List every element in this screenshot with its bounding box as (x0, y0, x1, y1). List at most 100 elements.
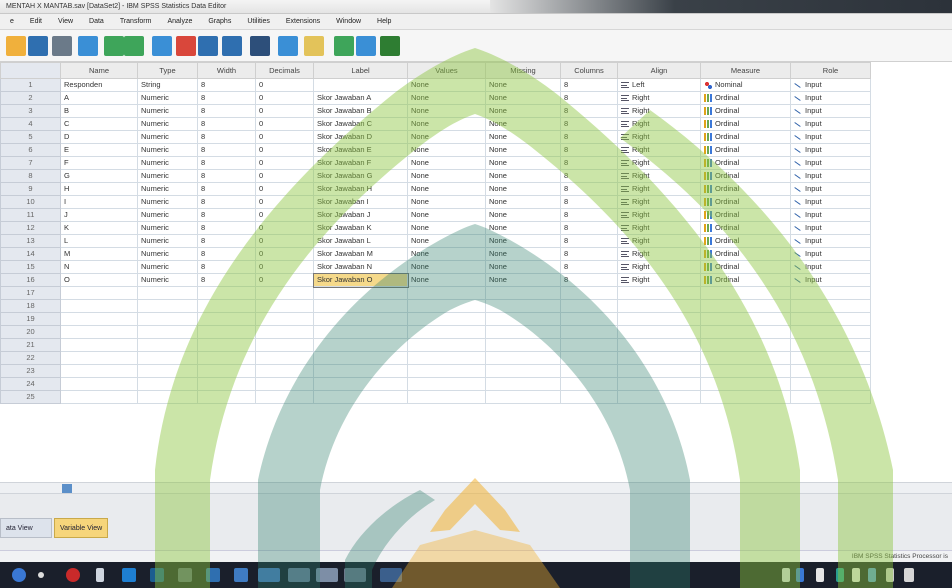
opera-icon[interactable] (66, 568, 80, 582)
row-number[interactable]: 18 (0, 299, 61, 313)
cell-columns[interactable]: 8 (560, 208, 618, 222)
volume-icon[interactable] (852, 568, 860, 582)
menu-analyze[interactable]: Analyze (159, 14, 200, 30)
cell-type[interactable]: Numeric (137, 247, 198, 261)
cell-measure[interactable] (700, 364, 791, 378)
cell-values[interactable]: None (407, 117, 486, 131)
dialog-recall-icon[interactable] (78, 36, 98, 56)
cell-values[interactable]: None (407, 104, 486, 118)
split-file-icon[interactable] (334, 36, 354, 56)
cell-values[interactable]: None (407, 182, 486, 196)
cell-values[interactable]: None (407, 273, 486, 287)
cell-missing[interactable]: None (485, 91, 561, 105)
cell-role[interactable]: Input (790, 182, 871, 196)
cell-missing[interactable] (485, 325, 561, 339)
cell-decimals[interactable]: 0 (255, 104, 314, 118)
cell-values[interactable] (407, 377, 486, 391)
row-number[interactable]: 21 (0, 338, 61, 352)
cell-decimals[interactable] (255, 377, 314, 391)
edge-icon[interactable] (122, 568, 136, 582)
row-number[interactable]: 12 (0, 221, 61, 235)
tray-icon[interactable] (782, 568, 790, 582)
cell-measure[interactable] (700, 351, 791, 365)
cell-missing[interactable]: None (485, 117, 561, 131)
cell-columns[interactable]: 8 (560, 260, 618, 274)
cell-decimals[interactable]: 0 (255, 117, 314, 131)
cell-width[interactable]: 8 (197, 221, 256, 235)
spss-data-icon[interactable] (316, 568, 338, 582)
mail-icon[interactable] (150, 568, 164, 582)
column-header-missing[interactable]: Missing (485, 62, 561, 79)
row-number[interactable]: 5 (0, 130, 61, 144)
cell-width[interactable] (197, 299, 256, 313)
cell-role[interactable] (790, 286, 871, 300)
cell-decimals[interactable] (255, 351, 314, 365)
cell-align[interactable]: Right (617, 247, 701, 261)
cell-name[interactable]: F (60, 156, 138, 170)
cell-label[interactable] (313, 286, 408, 300)
cell-label[interactable] (313, 364, 408, 378)
row-number[interactable]: 20 (0, 325, 61, 339)
cell-role[interactable] (790, 364, 871, 378)
cell-measure[interactable]: Ordinal (700, 273, 791, 287)
cell-values[interactable] (407, 364, 486, 378)
cell-decimals[interactable]: 0 (255, 247, 314, 261)
cell-role[interactable]: Input (790, 130, 871, 144)
cell-missing[interactable] (485, 377, 561, 391)
cell-decimals[interactable] (255, 390, 314, 404)
cell-measure[interactable]: Nominal (700, 78, 791, 92)
word-icon[interactable] (258, 568, 280, 582)
cell-label[interactable]: Skor Jawaban N (313, 260, 408, 274)
cell-values[interactable] (407, 299, 486, 313)
cell-decimals[interactable]: 0 (255, 169, 314, 183)
row-number[interactable]: 19 (0, 312, 61, 326)
cell-measure[interactable] (700, 377, 791, 391)
cell-decimals[interactable]: 0 (255, 195, 314, 209)
row-number[interactable]: 4 (0, 117, 61, 131)
cell-width[interactable] (197, 325, 256, 339)
cell-columns[interactable]: 8 (560, 78, 618, 92)
row-number[interactable]: 16 (0, 273, 61, 287)
run-descriptives-icon[interactable] (222, 36, 242, 56)
menu-edit[interactable]: Edit (22, 14, 50, 30)
cell-name[interactable] (60, 312, 138, 326)
cell-decimals[interactable]: 0 (255, 273, 314, 287)
cell-measure[interactable]: Ordinal (700, 104, 791, 118)
cell-missing[interactable]: None (485, 156, 561, 170)
cell-name[interactable]: L (60, 234, 138, 248)
cell-align[interactable]: Right (617, 143, 701, 157)
cell-role[interactable]: Input (790, 234, 871, 248)
menu-help[interactable]: Help (369, 14, 399, 30)
cell-decimals[interactable] (255, 286, 314, 300)
cell-align[interactable]: Right (617, 260, 701, 274)
cell-columns[interactable] (560, 325, 618, 339)
cell-measure[interactable]: Ordinal (700, 221, 791, 235)
cell-values[interactable]: None (407, 78, 486, 92)
cell-name[interactable]: E (60, 143, 138, 157)
row-number[interactable]: 8 (0, 169, 61, 183)
cell-columns[interactable]: 8 (560, 169, 618, 183)
cell-label[interactable] (313, 377, 408, 391)
cell-missing[interactable] (485, 338, 561, 352)
cell-columns[interactable] (560, 390, 618, 404)
column-header-columns[interactable]: Columns (560, 62, 618, 79)
cell-missing[interactable] (485, 351, 561, 365)
cell-measure[interactable] (700, 390, 791, 404)
cell-type[interactable]: Numeric (137, 234, 198, 248)
cell-values[interactable]: None (407, 195, 486, 209)
cell-width[interactable]: 8 (197, 273, 256, 287)
cell-label[interactable]: Skor Jawaban J (313, 208, 408, 222)
cell-missing[interactable] (485, 390, 561, 404)
cell-columns[interactable]: 8 (560, 195, 618, 209)
cell-name[interactable]: B (60, 104, 138, 118)
cell-columns[interactable]: 8 (560, 91, 618, 105)
cell-role[interactable]: Input (790, 169, 871, 183)
cell-width[interactable]: 8 (197, 156, 256, 170)
cell-align[interactable] (617, 299, 701, 313)
cell-values[interactable] (407, 286, 486, 300)
cell-decimals[interactable]: 0 (255, 208, 314, 222)
open-icon[interactable] (6, 36, 26, 56)
cell-type[interactable] (137, 312, 198, 326)
row-number[interactable]: 7 (0, 156, 61, 170)
cell-role[interactable]: Input (790, 104, 871, 118)
